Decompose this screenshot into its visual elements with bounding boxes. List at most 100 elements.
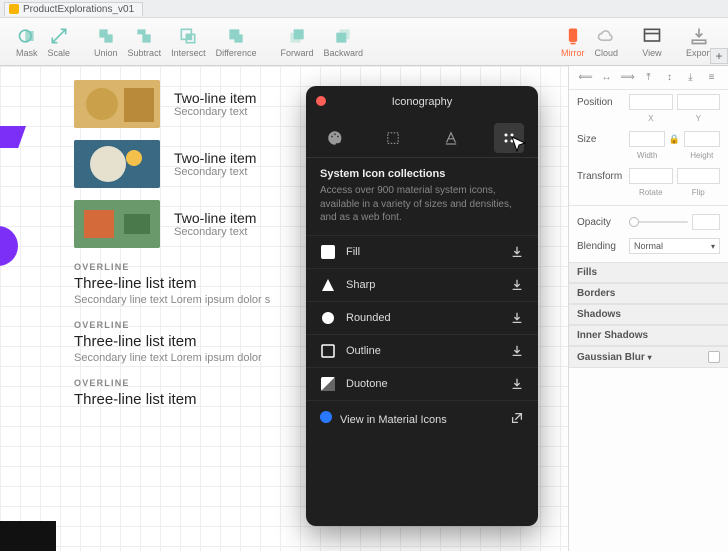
download-icon[interactable] xyxy=(510,245,524,259)
opacity-slider[interactable] xyxy=(629,221,688,223)
position-x-field[interactable] xyxy=(629,94,673,110)
borders-section-header[interactable]: Borders xyxy=(569,283,728,304)
panel-section-title: System Icon collections xyxy=(306,158,538,184)
icon-style-fill[interactable]: Fill xyxy=(306,235,538,268)
window-tab-bar: ProductExplorations_v01 xyxy=(0,0,728,18)
rounded-style-icon xyxy=(320,310,336,326)
blending-label: Blending xyxy=(577,241,625,252)
align-vcenter-icon[interactable]: ↕ xyxy=(664,72,676,84)
fills-section-header[interactable]: Fills xyxy=(569,262,728,283)
opacity-value-field[interactable] xyxy=(692,214,720,230)
document-tab-title: ProductExplorations_v01 xyxy=(23,4,134,15)
panel-title: Iconography xyxy=(392,96,453,108)
panel-tab-bar xyxy=(306,118,538,158)
list-item-subtitle: Secondary text xyxy=(174,166,256,178)
thumbnail-image xyxy=(74,80,160,128)
panel-description: Access over 900 material system icons, a… xyxy=(306,184,538,235)
close-icon[interactable] xyxy=(316,96,326,106)
document-tab[interactable]: ProductExplorations_v01 xyxy=(4,2,143,16)
alignment-controls: ⟸ ↔ ⟹ ⤒ ↕ ⤓ ≡ xyxy=(569,66,728,90)
radio-dot-icon xyxy=(320,411,332,423)
align-left-icon[interactable]: ⟸ xyxy=(580,72,592,84)
icon-style-duotone[interactable]: Duotone xyxy=(306,367,538,400)
tool-mirror[interactable]: Mirror xyxy=(561,26,585,58)
tool-mask[interactable]: Mask xyxy=(16,26,38,58)
chevron-down-icon: ▾ xyxy=(648,353,652,362)
download-icon[interactable] xyxy=(510,344,524,358)
download-icon[interactable] xyxy=(510,278,524,292)
position-y-field[interactable] xyxy=(677,94,721,110)
icons-tab-icon[interactable] xyxy=(494,123,524,153)
thumbnail-image xyxy=(74,200,160,248)
blending-select[interactable]: Normal ▾ xyxy=(629,238,720,254)
typography-tab-icon[interactable] xyxy=(436,123,466,153)
export-icon xyxy=(689,26,709,46)
view-icon xyxy=(642,26,662,46)
list-item-subtitle: Secondary text xyxy=(174,226,256,238)
icon-style-outline[interactable]: Outline xyxy=(306,334,538,367)
distribute-icon[interactable]: ≡ xyxy=(706,72,718,84)
inner-shadows-section-header[interactable]: Inner Shadows xyxy=(569,325,728,346)
crop-tab-icon[interactable] xyxy=(378,123,408,153)
tool-difference[interactable]: Difference xyxy=(216,26,257,58)
list-item-title: Two-line item xyxy=(174,210,256,226)
cloud-icon xyxy=(596,26,616,46)
view-material-icons-link[interactable]: View in Material Icons xyxy=(306,400,538,436)
rotate-field[interactable] xyxy=(629,168,673,184)
iconography-panel[interactable]: Iconography System Icon collections Acce… xyxy=(306,86,538,526)
list-item-title: Two-line item xyxy=(174,90,256,106)
backward-icon xyxy=(333,26,353,46)
size-label: Size xyxy=(577,134,625,145)
external-link-icon xyxy=(510,411,524,425)
subtract-icon xyxy=(134,26,154,46)
lock-icon[interactable]: 🔒 xyxy=(669,134,680,145)
add-tab-button[interactable]: + xyxy=(710,48,728,64)
tool-scale[interactable]: Scale xyxy=(48,26,71,58)
tool-subtract[interactable]: Subtract xyxy=(128,26,162,58)
mask-icon xyxy=(17,26,37,46)
blur-enable-checkbox[interactable] xyxy=(708,351,720,363)
black-shape-fragment xyxy=(0,521,56,551)
download-icon[interactable] xyxy=(510,377,524,391)
document-status-dot-icon xyxy=(9,4,19,14)
tool-union[interactable]: Union xyxy=(94,26,118,58)
sharp-style-icon xyxy=(320,277,336,293)
mirror-icon xyxy=(563,26,583,46)
duotone-style-icon xyxy=(320,376,336,392)
shadows-section-header[interactable]: Shadows xyxy=(569,304,728,325)
size-height-field[interactable] xyxy=(684,131,720,147)
chevron-down-icon: ▾ xyxy=(711,242,715,251)
main-toolbar: Mask Scale Union Subtract Intersect Diff… xyxy=(0,18,728,66)
icon-style-rounded[interactable]: Rounded xyxy=(306,301,538,334)
tool-intersect[interactable]: Intersect xyxy=(171,26,206,58)
opacity-label: Opacity xyxy=(577,217,625,228)
icon-style-sharp[interactable]: Sharp xyxy=(306,268,538,301)
align-hcenter-icon[interactable]: ↔ xyxy=(601,72,613,84)
panel-header[interactable]: Iconography xyxy=(306,86,538,118)
gaussian-blur-section-header[interactable]: Gaussian Blur ▾ xyxy=(569,346,728,368)
inspector-panel: + ⟸ ↔ ⟹ ⤒ ↕ ⤓ ≡ Position X Y Size 🔒 xyxy=(568,66,728,551)
palette-tab-icon[interactable] xyxy=(320,123,350,153)
tool-forward[interactable]: Forward xyxy=(280,26,313,58)
scale-icon xyxy=(49,26,69,46)
align-right-icon[interactable]: ⟹ xyxy=(622,72,634,84)
flip-field[interactable] xyxy=(677,168,721,184)
transform-label: Transform xyxy=(577,171,625,182)
union-icon xyxy=(96,26,116,46)
fill-style-icon xyxy=(320,244,336,260)
tool-backward[interactable]: Backward xyxy=(323,26,363,58)
list-item-title: Two-line item xyxy=(174,150,256,166)
position-label: Position xyxy=(577,97,625,108)
align-top-icon[interactable]: ⤒ xyxy=(643,72,655,84)
forward-icon xyxy=(287,26,307,46)
outline-style-icon xyxy=(320,343,336,359)
difference-icon xyxy=(226,26,246,46)
tool-view[interactable]: View xyxy=(642,26,662,58)
thumbnail-image xyxy=(74,140,160,188)
size-width-field[interactable] xyxy=(629,131,665,147)
tool-cloud[interactable]: Cloud xyxy=(594,26,618,58)
tool-export[interactable]: Export xyxy=(686,26,712,58)
intersect-icon xyxy=(178,26,198,46)
download-icon[interactable] xyxy=(510,311,524,325)
align-bottom-icon[interactable]: ⤓ xyxy=(685,72,697,84)
